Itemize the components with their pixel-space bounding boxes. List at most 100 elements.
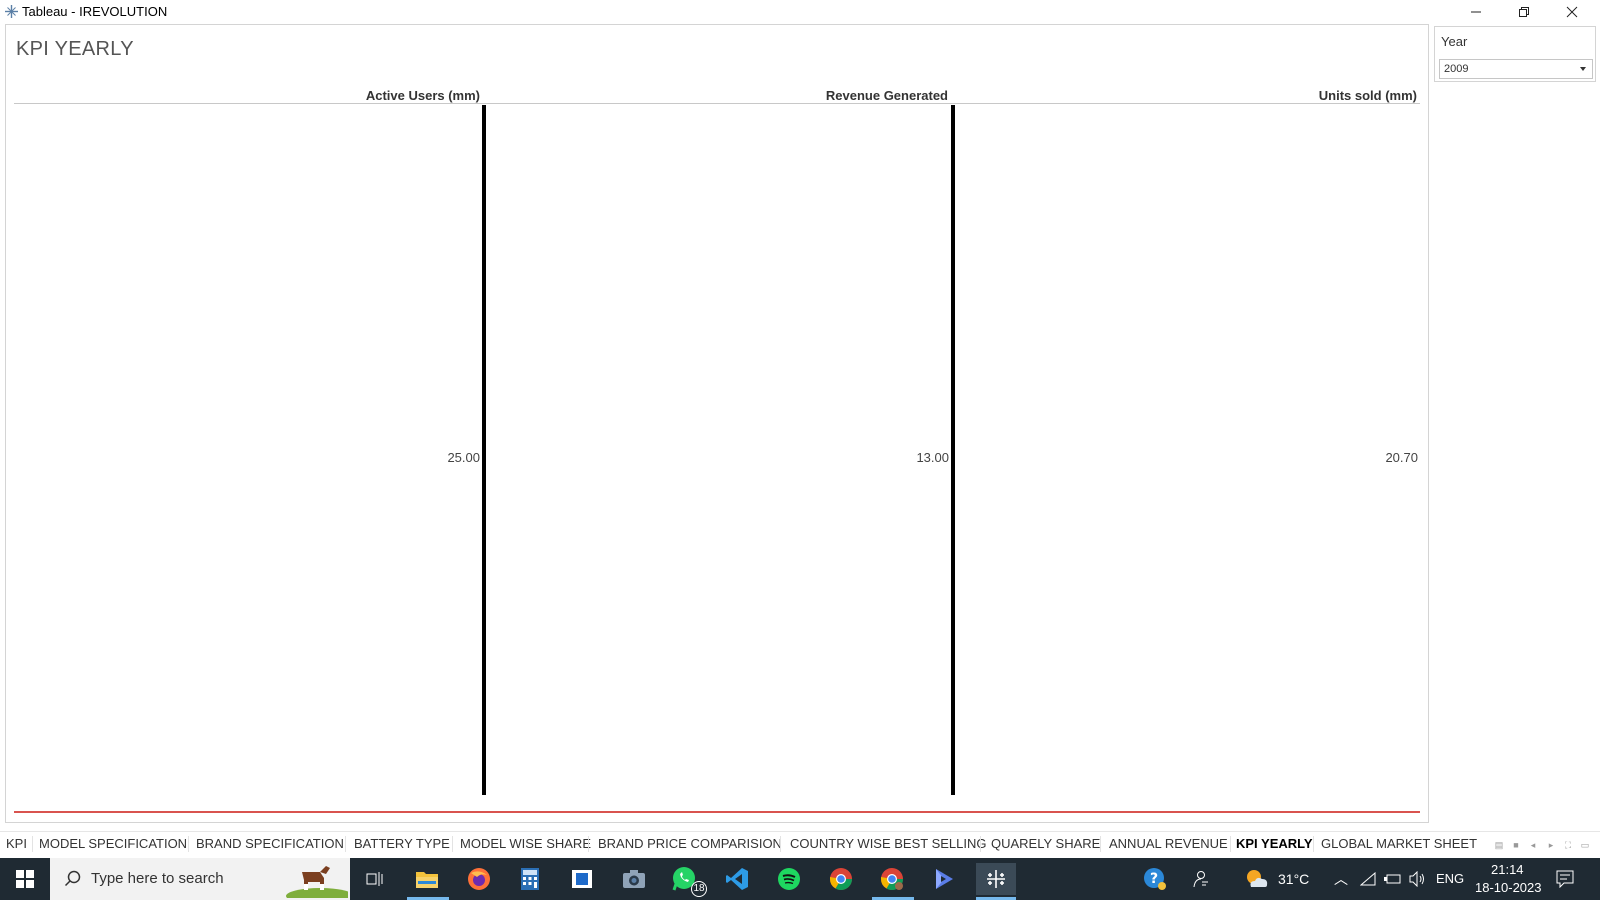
tab-separator <box>588 836 589 852</box>
task-view-button[interactable] <box>355 863 395 895</box>
year-filter-panel: Year 2009 <box>1434 26 1596 82</box>
restore-icon <box>1519 7 1529 17</box>
weather-partly-cloudy-icon <box>1247 870 1268 887</box>
tab-model-wise-share[interactable]: MODEL WISE SHARE <box>460 836 591 851</box>
close-icon <box>1566 6 1578 18</box>
taskbar-whatsapp[interactable]: 18 <box>665 863 707 897</box>
okapi-search-highlight-icon <box>286 866 348 898</box>
notifications-icon[interactable] <box>1556 870 1574 888</box>
tab-brand-specification[interactable]: BRAND SPECIFICATION <box>196 836 344 851</box>
taskbar-people[interactable] <box>1180 863 1220 895</box>
tab-separator <box>1100 836 1101 852</box>
year-filter-label: Year <box>1441 34 1468 49</box>
play-app-icon <box>936 869 953 889</box>
tab-brand-price-comparision[interactable]: BRAND PRICE COMPARISION <box>598 836 782 851</box>
year-filter-value: 2009 <box>1444 63 1469 75</box>
search-placeholder: Type here to search <box>91 870 224 887</box>
kpi-value-active-users[interactable]: 25.00 <box>360 450 480 465</box>
tab-battery-type[interactable]: BATTERY TYPE <box>354 836 450 851</box>
taskbar-chrome-profile[interactable] <box>872 863 912 895</box>
taskbar-power-automate[interactable] <box>924 863 964 895</box>
baseline-reference-line <box>14 811 1420 813</box>
tableau-icon <box>987 870 1005 888</box>
kpi-divider-line <box>482 105 486 795</box>
tab-quarely-share[interactable]: QUARELY SHARE <box>991 836 1100 851</box>
scroll-tabs-left-icon[interactable]: ◂ <box>1528 840 1538 850</box>
tab-kpi-yearly[interactable]: KPI YEARLY <box>1236 836 1313 851</box>
clock-time[interactable]: 21:14 <box>1491 862 1524 877</box>
minimize-button[interactable] <box>1452 0 1500 24</box>
tab-model-specification[interactable]: MODEL SPECIFICATION <box>39 836 187 851</box>
window-title: Tableau - IREVOLUTION <box>22 4 168 19</box>
volume-icon[interactable] <box>1409 871 1427 887</box>
start-button[interactable] <box>5 863 45 895</box>
tab-separator <box>345 836 346 852</box>
show-tabs-icon[interactable]: ▭ <box>1580 840 1590 850</box>
windows-logo-icon <box>16 870 34 888</box>
tab-country-wise-best-selling[interactable]: COUNTRY WISE BEST SELLING <box>790 836 987 851</box>
taskbar-search-box[interactable]: Type here to search <box>50 858 350 900</box>
calculator-icon <box>521 868 539 890</box>
tableau-icon <box>5 5 18 18</box>
tab-separator <box>32 836 33 852</box>
tab-separator <box>452 836 453 852</box>
tab-separator <box>1230 836 1231 852</box>
battery-icon[interactable] <box>1384 873 1402 885</box>
notification-badge: 18 <box>691 881 707 897</box>
taskbar-chrome[interactable] <box>821 863 861 895</box>
taskbar-tableau[interactable] <box>976 863 1016 895</box>
dashboard-title: KPI YEARLY <box>16 38 134 60</box>
tab-separator <box>1313 836 1314 852</box>
taskbar-file-explorer[interactable] <box>407 863 447 895</box>
svg-text:?: ? <box>1150 871 1158 887</box>
kpi-value-units-sold[interactable]: 20.70 <box>1298 450 1418 465</box>
close-button[interactable] <box>1548 0 1596 24</box>
taskbar-help[interactable]: ? <box>1135 863 1175 895</box>
kpi-value-revenue[interactable]: 13.00 <box>829 450 949 465</box>
tab-separator <box>980 836 981 852</box>
kpi-header-units-sold: Units sold (mm) <box>1318 88 1417 103</box>
tab-annual-revenue[interactable]: ANNUAL REVENUE <box>1109 836 1228 851</box>
tab-global-market-sheet[interactable]: GLOBAL MARKET SHEET <box>1321 836 1477 851</box>
firefox-icon <box>468 868 490 890</box>
title-bar: Tableau - IREVOLUTION <box>0 0 1600 24</box>
clock-date[interactable]: 18-10-2023 <box>1475 880 1542 895</box>
kpi-header-revenue: Revenue Generated <box>825 88 948 103</box>
weather-temperature: 31°C <box>1278 871 1310 887</box>
taskbar-firefox[interactable] <box>459 863 499 895</box>
dashboard-canvas: KPI YEARLY Active Users (mm) Revenue Gen… <box>5 24 1429 823</box>
taskbar-weather[interactable] <box>1237 863 1277 895</box>
presentation-mode-icon[interactable]: ⛶ <box>1563 840 1573 850</box>
kpi-header-active-users: Active Users (mm) <box>365 88 480 103</box>
task-view-icon <box>366 872 383 886</box>
chevron-down-icon <box>1580 67 1586 71</box>
tab-kpi[interactable]: KPI <box>6 836 27 851</box>
show-filmstrip-icon[interactable]: ▤ <box>1494 840 1504 850</box>
vscode-icon <box>726 868 748 890</box>
taskbar-spotify[interactable] <box>769 863 809 895</box>
language-indicator[interactable]: ENG <box>1436 871 1464 886</box>
chrome-profile-icon <box>881 868 903 890</box>
network-icon[interactable] <box>1360 872 1376 886</box>
help-icon: ? <box>1144 868 1166 890</box>
taskbar-camera[interactable] <box>614 863 654 895</box>
spotify-icon <box>778 868 800 890</box>
search-icon <box>64 870 81 887</box>
window-app-icon <box>572 870 592 888</box>
folder-icon <box>416 872 438 888</box>
scroll-tabs-right-icon[interactable]: ▸ <box>1546 840 1556 850</box>
tab-separator <box>780 836 781 852</box>
taskbar-window-app[interactable] <box>562 863 602 895</box>
show-sheet-sorter-icon[interactable]: ■ <box>1511 840 1521 850</box>
restore-button[interactable] <box>1500 0 1548 24</box>
minimize-icon <box>1471 11 1481 13</box>
chrome-icon <box>830 868 852 890</box>
header-divider <box>14 103 1420 104</box>
taskbar-vscode[interactable] <box>717 863 757 895</box>
taskbar-calculator[interactable] <box>510 863 550 895</box>
sheet-tab-bar: KPI MODEL SPECIFICATION BRAND SPECIFICAT… <box>0 831 1600 855</box>
windows-taskbar: Type here to search 18 ? 31°C ︿ ENG 21:1… <box>0 858 1600 900</box>
tab-separator <box>188 836 189 852</box>
chevron-up-icon[interactable]: ︿ <box>1334 869 1348 889</box>
year-filter-dropdown[interactable]: 2009 <box>1439 59 1593 79</box>
